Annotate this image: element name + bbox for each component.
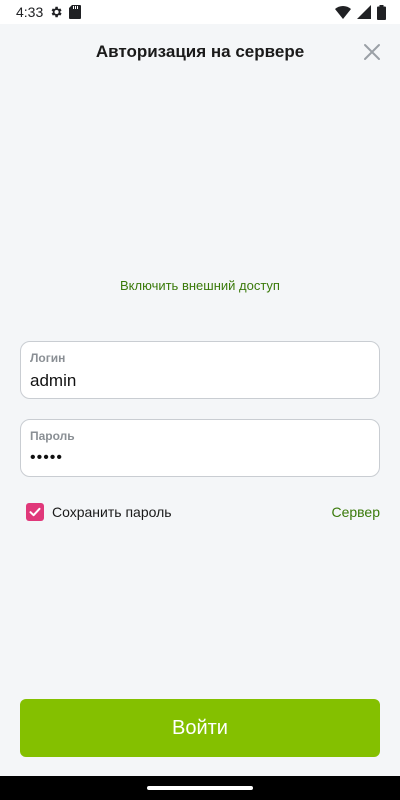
page-title: Авторизация на сервере — [95, 42, 305, 61]
status-time: 4:33 — [16, 4, 44, 20]
login-field[interactable]: Логин — [20, 341, 380, 399]
password-label: Пароль — [30, 429, 75, 443]
navigation-bar — [0, 776, 400, 800]
login-label: Логин — [30, 351, 66, 365]
enable-external-access-link[interactable]: Включить внешний доступ — [0, 278, 400, 293]
status-left: 4:33 — [16, 4, 82, 20]
checkmark-icon — [29, 507, 41, 517]
sd-card-icon — [69, 5, 82, 19]
remember-password-toggle[interactable]: Сохранить пароль — [26, 503, 172, 521]
home-indicator[interactable] — [147, 786, 253, 790]
battery-icon — [377, 4, 386, 20]
login-button[interactable]: Войти — [20, 699, 380, 757]
remember-password-label: Сохранить пароль — [52, 504, 172, 520]
server-link[interactable]: Сервер — [331, 504, 380, 520]
status-right — [335, 4, 386, 20]
gear-icon — [49, 5, 63, 19]
options-row: Сохранить пароль Сервер — [26, 502, 380, 522]
wifi-icon — [335, 5, 351, 19]
close-icon[interactable] — [362, 42, 382, 62]
status-bar: 4:33 — [0, 0, 400, 24]
login-input[interactable] — [30, 371, 370, 391]
remember-password-checkbox[interactable] — [26, 503, 44, 521]
password-input[interactable]: ••••• — [30, 449, 370, 467]
password-field[interactable]: Пароль ••••• — [20, 419, 380, 477]
signal-icon — [357, 5, 371, 19]
app-bar: Авторизация на сервере — [0, 24, 400, 80]
